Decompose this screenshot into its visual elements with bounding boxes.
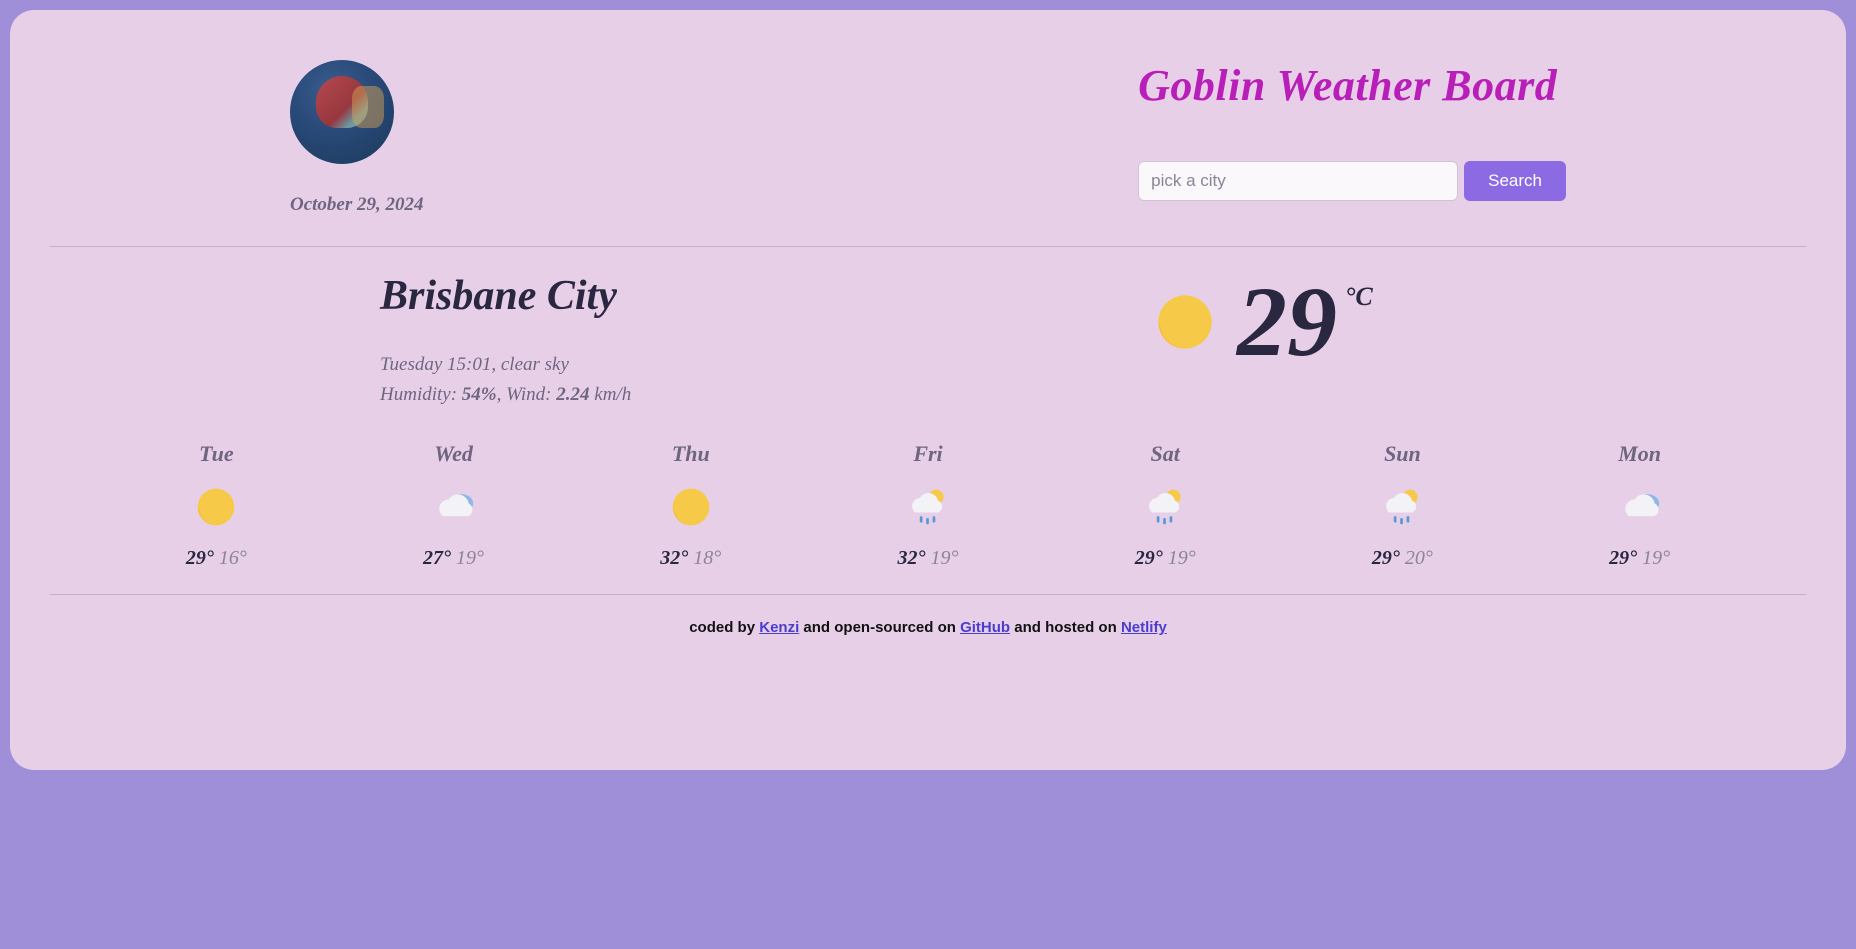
forecast-day-name: Fri (913, 441, 942, 467)
avatar (290, 60, 394, 164)
forecast-lo: 18° (693, 547, 721, 569)
cloud-icon (432, 485, 476, 529)
forecast-hi: 27° (423, 547, 456, 569)
wind-unit: km/h (590, 384, 632, 405)
host-link[interactable]: Netlify (1121, 619, 1167, 636)
search-button[interactable]: Search (1464, 161, 1566, 201)
rain-sun-icon (906, 485, 950, 529)
city-name: Brisbane City (380, 272, 1033, 320)
forecast-hi: 32° (660, 547, 693, 569)
forecast-day: Thu 32° 18° (584, 441, 797, 570)
footer: coded by Kenzi and open-sourced on GitHu… (50, 595, 1806, 636)
forecast-temps: 29° 19° (1609, 547, 1670, 570)
current-weather: Brisbane City Tuesday 15:01, clear sky H… (50, 272, 1806, 441)
forecast-day-name: Wed (434, 441, 473, 467)
forecast-lo: 19° (930, 547, 958, 569)
footer-t2: and open-sourced on (799, 619, 960, 636)
current-left: Brisbane City Tuesday 15:01, clear sky H… (50, 272, 1033, 411)
forecast-temps: 29° 16° (186, 547, 247, 570)
forecast-lo: 19° (1642, 547, 1670, 569)
forecast-day: Mon 29° 19° (1533, 441, 1746, 570)
condition-text: clear sky (501, 354, 569, 375)
search-form: Search (1138, 161, 1566, 201)
current-temp: 29 (1237, 272, 1337, 372)
header-row: October 29, 2024 Goblin Weather Board Se… (50, 40, 1806, 236)
forecast-row: Tue 29° 16° Wed 27° 19° Thu 32° 18° Fri 32° 19°… (50, 441, 1806, 595)
forecast-lo: 19° (1168, 547, 1196, 569)
humidity-value: 54% (462, 384, 497, 405)
forecast-day: Sun 29° 20° (1296, 441, 1509, 570)
forecast-hi: 29° (186, 547, 219, 569)
city-search-input[interactable] (1138, 161, 1458, 201)
sun-icon (194, 485, 238, 529)
page-title: Goblin Weather Board (1138, 60, 1557, 111)
forecast-day-name: Mon (1618, 441, 1661, 467)
forecast-day-name: Sun (1384, 441, 1421, 467)
forecast-day: Fri 32° 19° (822, 441, 1035, 570)
forecast-lo: 19° (456, 547, 484, 569)
current-date: October 29, 2024 (290, 194, 424, 216)
forecast-temps: 27° 19° (423, 547, 484, 570)
forecast-temps: 32° 19° (897, 547, 958, 570)
forecast-temps: 29° 19° (1135, 547, 1196, 570)
temp-unit: °C (1345, 282, 1373, 312)
author-link[interactable]: Kenzi (759, 619, 799, 636)
footer-t3: and hosted on (1010, 619, 1121, 636)
time-condition: Tuesday 15:01, clear sky (380, 350, 1033, 380)
time-text: Tuesday 15:01, (380, 354, 501, 375)
humidity-wind: Humidity: 54%, Wind: 2.24 km/h (380, 380, 1033, 410)
forecast-lo: 16° (219, 547, 247, 569)
forecast-temps: 32° 18° (660, 547, 721, 570)
forecast-hi: 29° (1372, 547, 1405, 569)
repo-link[interactable]: GitHub (960, 619, 1010, 636)
forecast-hi: 32° (897, 547, 930, 569)
divider (50, 246, 1806, 247)
sun-icon (669, 485, 713, 529)
wind-label: , Wind: (497, 384, 557, 405)
forecast-day: Sat 29° 19° (1059, 441, 1272, 570)
forecast-day-name: Tue (199, 441, 234, 467)
rain-sun-icon (1380, 485, 1424, 529)
footer-t1: coded by (689, 619, 759, 636)
sun-icon (1153, 290, 1217, 354)
cloud-icon (1618, 485, 1662, 529)
forecast-day-name: Thu (672, 441, 710, 467)
forecast-day: Tue 29° 16° (110, 441, 323, 570)
rain-sun-icon (1143, 485, 1187, 529)
wind-value: 2.24 (556, 384, 589, 405)
forecast-temps: 29° 20° (1372, 547, 1433, 570)
forecast-day-name: Sat (1151, 441, 1180, 467)
weather-card: October 29, 2024 Goblin Weather Board Se… (10, 10, 1846, 770)
forecast-hi: 29° (1609, 547, 1642, 569)
current-right: 29 °C (1033, 272, 1806, 372)
forecast-hi: 29° (1135, 547, 1168, 569)
forecast-day: Wed 27° 19° (347, 441, 560, 570)
header-right: Goblin Weather Board Search (1138, 60, 1566, 201)
humidity-label: Humidity: (380, 384, 462, 405)
header-left: October 29, 2024 (290, 60, 424, 216)
forecast-lo: 20° (1405, 547, 1433, 569)
